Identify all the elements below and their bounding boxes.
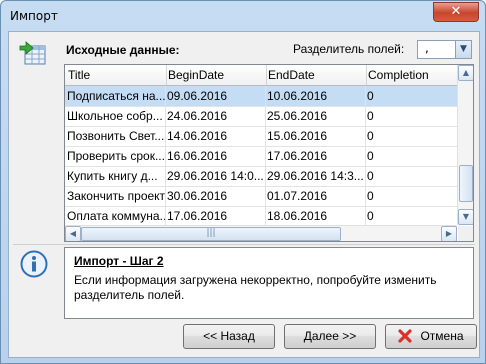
title-bar: Импорт ✕ bbox=[1, 1, 485, 31]
table-row[interactable]: Позвонить Свет... 14.06.2016 15.06.2016 … bbox=[65, 126, 460, 147]
grid-header: Title BeginDate EndDate Completion bbox=[65, 65, 461, 86]
cell-title: Школьное собр... bbox=[65, 106, 166, 126]
cell-title: Закончить проект bbox=[65, 186, 166, 206]
separator-value: , bbox=[425, 41, 429, 55]
cell-begindate: 24.06.2016 bbox=[165, 106, 266, 126]
cell-title: Купить книгу д... bbox=[65, 166, 166, 186]
step-title: Импорт - Шаг 2 bbox=[74, 254, 164, 268]
cancel-button[interactable]: Отмена bbox=[385, 324, 477, 349]
cell-enddate: 18.06.2016 bbox=[265, 206, 366, 226]
step-description: Если информация загружена некорректно, п… bbox=[74, 273, 437, 302]
source-data-label: Исходные данные: bbox=[66, 43, 180, 57]
cell-completion: 0 bbox=[365, 86, 460, 106]
cell-completion: 0 bbox=[365, 106, 460, 126]
cell-title: Оплата коммуна... bbox=[65, 206, 166, 226]
column-header-enddate[interactable]: EndDate bbox=[265, 65, 367, 85]
cell-completion: 0 bbox=[365, 206, 460, 226]
table-row[interactable]: Оплата коммуна... 17.06.2016 18.06.2016 … bbox=[65, 206, 460, 226]
scroll-right-icon[interactable]: ▶ bbox=[441, 226, 457, 241]
cell-title: Проверить срок... bbox=[65, 146, 166, 166]
horizontal-scrollbar[interactable]: ◀ ||| ▶ bbox=[65, 225, 457, 241]
horizontal-scroll-thumb[interactable]: ||| bbox=[81, 227, 341, 241]
cell-begindate: 16.06.2016 bbox=[165, 146, 266, 166]
next-button[interactable]: Далее >> bbox=[284, 324, 376, 349]
dialog-body: Исходные данные: Разделитель полей: , ▼ … bbox=[8, 31, 480, 358]
column-header-title[interactable]: Title bbox=[65, 65, 167, 85]
table-row[interactable]: Школьное собр... 24.06.2016 25.06.2016 0 bbox=[65, 106, 460, 127]
scroll-down-icon[interactable]: ▼ bbox=[458, 209, 473, 225]
cell-enddate: 15.06.2016 bbox=[265, 126, 366, 146]
table-row[interactable]: Подписаться на... 09.06.2016 10.06.2016 … bbox=[65, 86, 460, 107]
import-dialog: Импорт ✕ Исходные данные: Разделитель по… bbox=[0, 0, 486, 364]
separator-select[interactable]: , ▼ bbox=[417, 40, 472, 59]
cell-completion: 0 bbox=[365, 166, 460, 186]
cell-begindate: 14.06.2016 bbox=[165, 126, 266, 146]
divider bbox=[13, 244, 475, 245]
cell-begindate: 29.06.2016 14:0... bbox=[165, 166, 266, 186]
chevron-down-icon[interactable]: ▼ bbox=[455, 41, 471, 58]
close-button[interactable]: ✕ bbox=[433, 2, 479, 22]
cell-completion: 0 bbox=[365, 146, 460, 166]
close-icon: ✕ bbox=[450, 4, 462, 19]
cell-enddate: 25.06.2016 bbox=[265, 106, 366, 126]
cell-title: Подписаться на... bbox=[65, 86, 166, 106]
column-header-completion[interactable]: Completion bbox=[365, 65, 461, 85]
data-grid[interactable]: Title BeginDate EndDate Completion Подпи… bbox=[64, 64, 474, 242]
cell-title: Позвонить Свет... bbox=[65, 126, 166, 146]
red-x-icon bbox=[398, 329, 413, 343]
scroll-left-icon[interactable]: ◀ bbox=[65, 226, 81, 241]
column-header-begindate[interactable]: BeginDate bbox=[165, 65, 267, 85]
info-panel: Импорт - Шаг 2 Если информация загружена… bbox=[64, 247, 474, 319]
table-import-icon bbox=[19, 41, 46, 65]
cell-begindate: 30.06.2016 bbox=[165, 186, 266, 206]
cell-enddate: 10.06.2016 bbox=[265, 86, 366, 106]
cell-completion: 0 bbox=[365, 186, 460, 206]
cancel-label: Отмена bbox=[420, 329, 464, 343]
scroll-up-icon[interactable]: ▲ bbox=[458, 65, 473, 81]
cell-completion: 0 bbox=[365, 126, 460, 146]
cell-begindate: 17.06.2016 bbox=[165, 206, 266, 226]
table-row[interactable]: Проверить срок... 16.06.2016 17.06.2016 … bbox=[65, 146, 460, 167]
cell-enddate: 17.06.2016 bbox=[265, 146, 366, 166]
cell-enddate: 01.07.2016 bbox=[265, 186, 366, 206]
table-row[interactable]: Закончить проект 30.06.2016 01.07.2016 0 bbox=[65, 186, 460, 207]
scroll-corner bbox=[458, 226, 473, 241]
info-icon bbox=[20, 250, 48, 278]
cell-begindate: 09.06.2016 bbox=[165, 86, 266, 106]
table-row[interactable]: Купить книгу д... 29.06.2016 14:0... 29.… bbox=[65, 166, 460, 187]
vertical-scrollbar[interactable]: ▲ ▼ bbox=[457, 65, 473, 225]
window-title: Импорт bbox=[10, 9, 58, 23]
separator-label: Разделитель полей: bbox=[293, 42, 405, 56]
cell-enddate: 29.06.2016 14:3... bbox=[265, 166, 366, 186]
vertical-scroll-thumb[interactable] bbox=[459, 165, 473, 202]
back-button[interactable]: << Назад bbox=[183, 324, 275, 349]
